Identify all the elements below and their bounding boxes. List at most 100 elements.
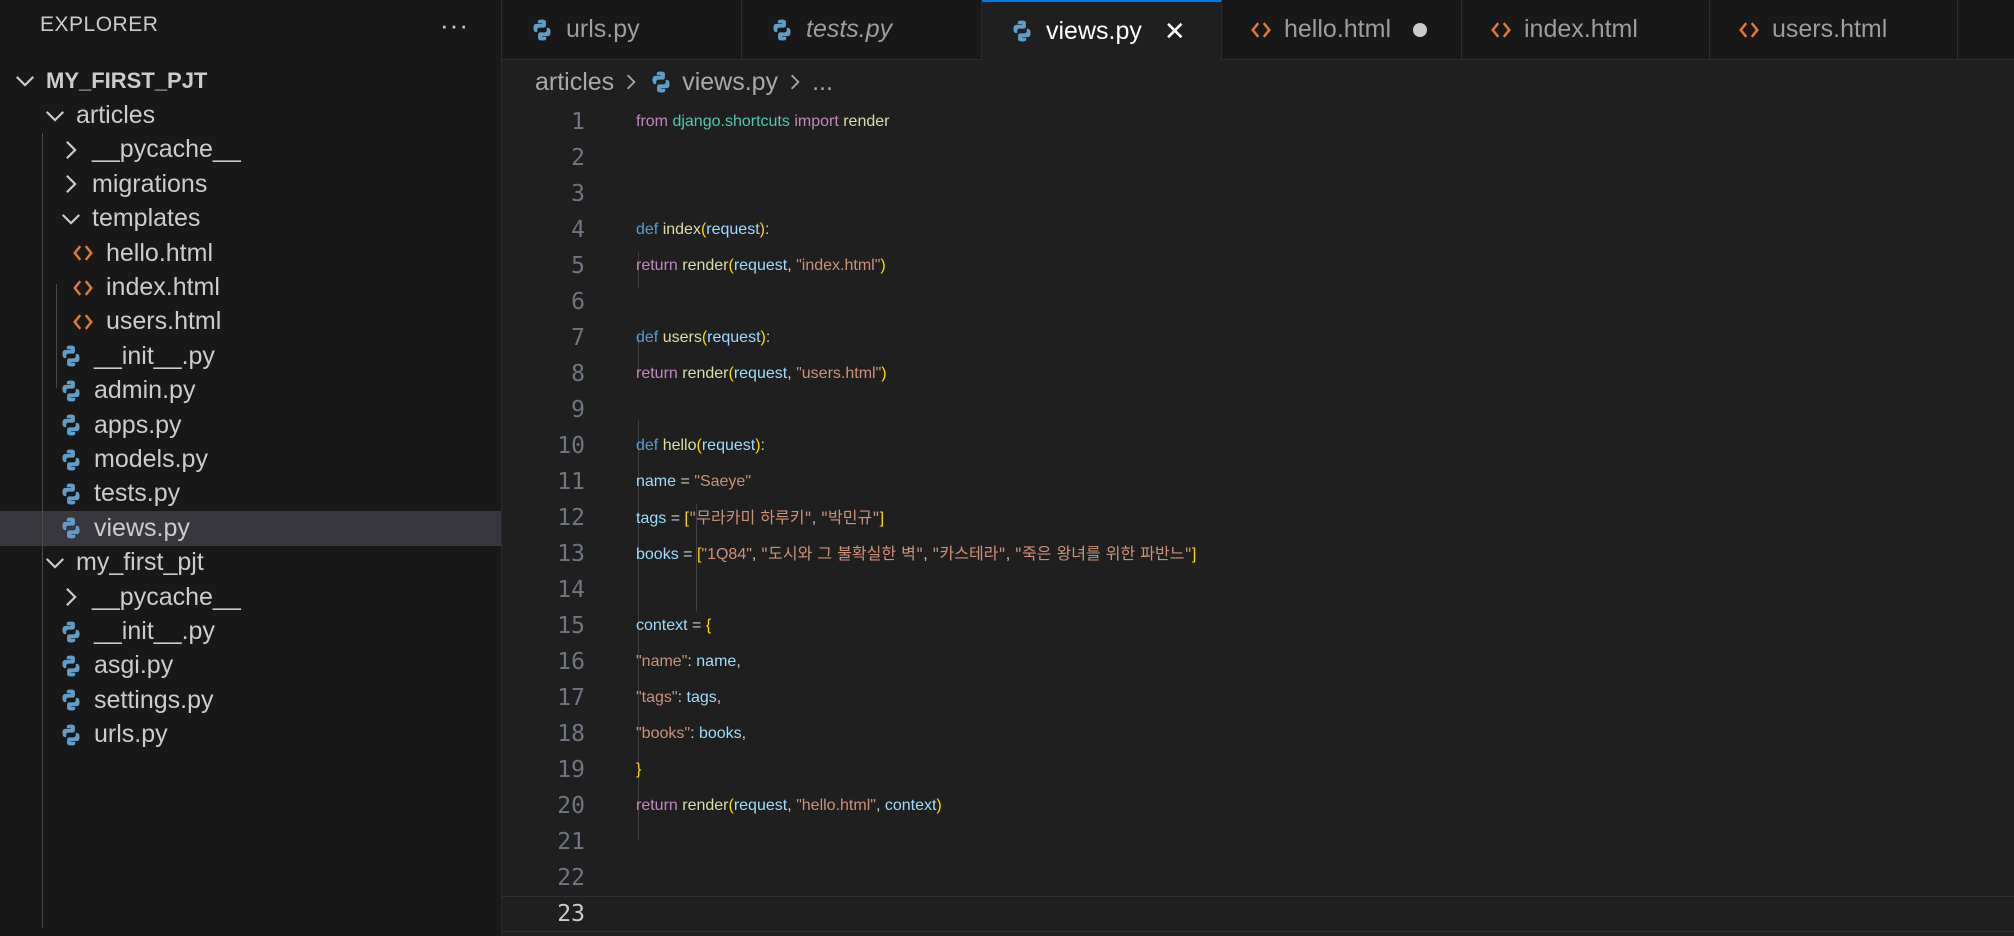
breadcrumb-symbol[interactable]: ...: [812, 68, 833, 97]
editor-line[interactable]: 23: [502, 896, 2014, 932]
tree-item-label: views.py: [94, 513, 190, 542]
python-file-icon: [58, 447, 84, 473]
editor-line[interactable]: 21: [502, 824, 2014, 860]
tree-item-templates[interactable]: templates: [0, 202, 501, 236]
tree-item-pycache[interactable]: __pycache__: [0, 580, 501, 614]
tab-label: users.html: [1772, 15, 1888, 43]
tree-item-index-html[interactable]: index.html: [0, 270, 501, 304]
tree-item-articles[interactable]: articles: [0, 98, 501, 132]
tab-label: hello.html: [1284, 15, 1391, 43]
breadcrumb-file[interactable]: views.py: [682, 68, 778, 97]
keyword-token: return: [636, 365, 678, 382]
editor-line[interactable]: 3: [502, 176, 2014, 212]
tab-index-html[interactable]: index.html: [1462, 0, 1710, 59]
html-icon: [1490, 19, 1512, 41]
variable-token: name: [696, 653, 737, 670]
tree-root-project[interactable]: MY_FIRST_PJT: [0, 64, 501, 98]
editor-line[interactable]: 9: [502, 392, 2014, 428]
keyword-token: def: [636, 329, 659, 346]
tab-tests-py[interactable]: tests.py: [742, 0, 982, 59]
html-file-icon: [70, 275, 96, 301]
keyword-token: return: [636, 257, 678, 274]
line-number: 17: [557, 685, 585, 711]
tree-item-migrations[interactable]: migrations: [0, 167, 501, 201]
editor-line[interactable]: 22: [502, 860, 2014, 896]
line-number: 3: [571, 181, 585, 207]
tree-item-asgi-py[interactable]: asgi.py: [0, 649, 501, 683]
line-number: 21: [557, 829, 585, 855]
editor-line[interactable]: 17: [502, 680, 2014, 716]
code-line-18: "books": books,: [636, 725, 747, 742]
variable-token: name: [636, 473, 677, 490]
function-token: render: [682, 257, 729, 274]
chevron-right-icon: [58, 584, 84, 610]
tree-item-settings-py[interactable]: settings.py: [0, 683, 501, 717]
tree-item-hello-html[interactable]: hello.html: [0, 236, 501, 270]
unsaved-dot-icon[interactable]: [1413, 22, 1427, 37]
code-line-10: def hello(request):: [636, 437, 765, 454]
editor-line[interactable]: 15: [502, 608, 2014, 644]
tree-item-models-py[interactable]: models.py: [0, 442, 501, 476]
code-line-12: tags = ["무라카미 하루키", "박민규"]: [636, 508, 885, 527]
tree-item-urls-py[interactable]: urls.py: [0, 718, 501, 752]
tab-urls-py[interactable]: urls.py: [502, 0, 742, 59]
function-token: hello: [662, 437, 697, 454]
tree-item-apps-py[interactable]: apps.py: [0, 408, 501, 442]
line-number: 4: [571, 217, 585, 243]
line-number: 23: [557, 901, 585, 927]
tree-item-label: __init__.py: [94, 341, 215, 370]
python-icon: [1010, 19, 1034, 43]
string-token: "도시와 그 불확실한 벽": [760, 544, 924, 563]
line-number: 10: [557, 433, 585, 459]
string-token: "1Q84": [701, 546, 752, 563]
breadcrumb-folder[interactable]: articles: [535, 68, 614, 97]
string-token: "박민규": [820, 508, 880, 527]
param-token: request: [733, 797, 788, 814]
tab-views-py[interactable]: views.py ✕: [982, 0, 1222, 60]
function-token: render: [682, 797, 729, 814]
tree-item-label: settings.py: [94, 685, 214, 714]
line-number: 12: [557, 505, 585, 531]
line-number: 20: [557, 793, 585, 819]
editor-line[interactable]: 2: [502, 140, 2014, 176]
more-actions-icon[interactable]: ···: [440, 10, 469, 41]
line-number: 13: [557, 541, 585, 567]
tree-item-users-html[interactable]: users.html: [0, 305, 501, 339]
tree-item-label: urls.py: [94, 720, 168, 749]
tree-item-my-first-pjt[interactable]: my_first_pjt: [0, 546, 501, 580]
html-file-icon: [70, 240, 96, 266]
tree-item-init-py[interactable]: __init__.py: [0, 614, 501, 648]
tree-item-init-py[interactable]: __init__.py: [0, 339, 501, 373]
tab-users-html[interactable]: users.html: [1710, 0, 1958, 59]
code-editor[interactable]: 1 2 3 4 5 6 7 8 9 10 11 12 13 14 15 16 17 18 19 20 21 22 23 fr…: [502, 104, 2014, 936]
python-icon: [770, 18, 794, 42]
tree-item-label: articles: [76, 101, 156, 130]
tree-item-label: __pycache__: [92, 135, 241, 164]
param-token: request: [733, 257, 788, 274]
close-icon[interactable]: ✕: [1164, 16, 1186, 47]
function-token: users: [662, 329, 702, 346]
python-file-icon: [58, 722, 84, 748]
python-icon: [648, 69, 674, 95]
variable-token: context: [884, 797, 937, 814]
param-token: request: [733, 365, 788, 382]
tree-item-views-py[interactable]: views.py: [0, 511, 501, 546]
python-file-icon: [58, 481, 84, 507]
tab-hello-html[interactable]: hello.html: [1222, 0, 1462, 59]
tree-item-pycache[interactable]: __pycache__: [0, 133, 501, 167]
tree-item-tests-py[interactable]: tests.py: [0, 477, 501, 511]
code-line-7: def users(request):: [636, 329, 771, 346]
editor-line[interactable]: 19: [502, 752, 2014, 788]
editor-line[interactable]: 6: [502, 284, 2014, 320]
tree-item-label: __init__.py: [94, 617, 215, 646]
line-number: 16: [557, 649, 585, 675]
string-token: "name": [636, 653, 688, 670]
tree-item-admin-py[interactable]: admin.py: [0, 374, 501, 408]
string-token: "hello.html": [796, 797, 876, 814]
breadcrumb: articles views.py ...: [535, 60, 833, 104]
chevron-down-icon: [42, 103, 68, 129]
function-token: index: [662, 221, 701, 238]
line-number: 7: [571, 325, 585, 351]
explorer-sidebar: EXPLORER ··· MY_FIRST_PJT articles __pycac…: [0, 0, 502, 936]
editor-line[interactable]: 14: [502, 572, 2014, 608]
